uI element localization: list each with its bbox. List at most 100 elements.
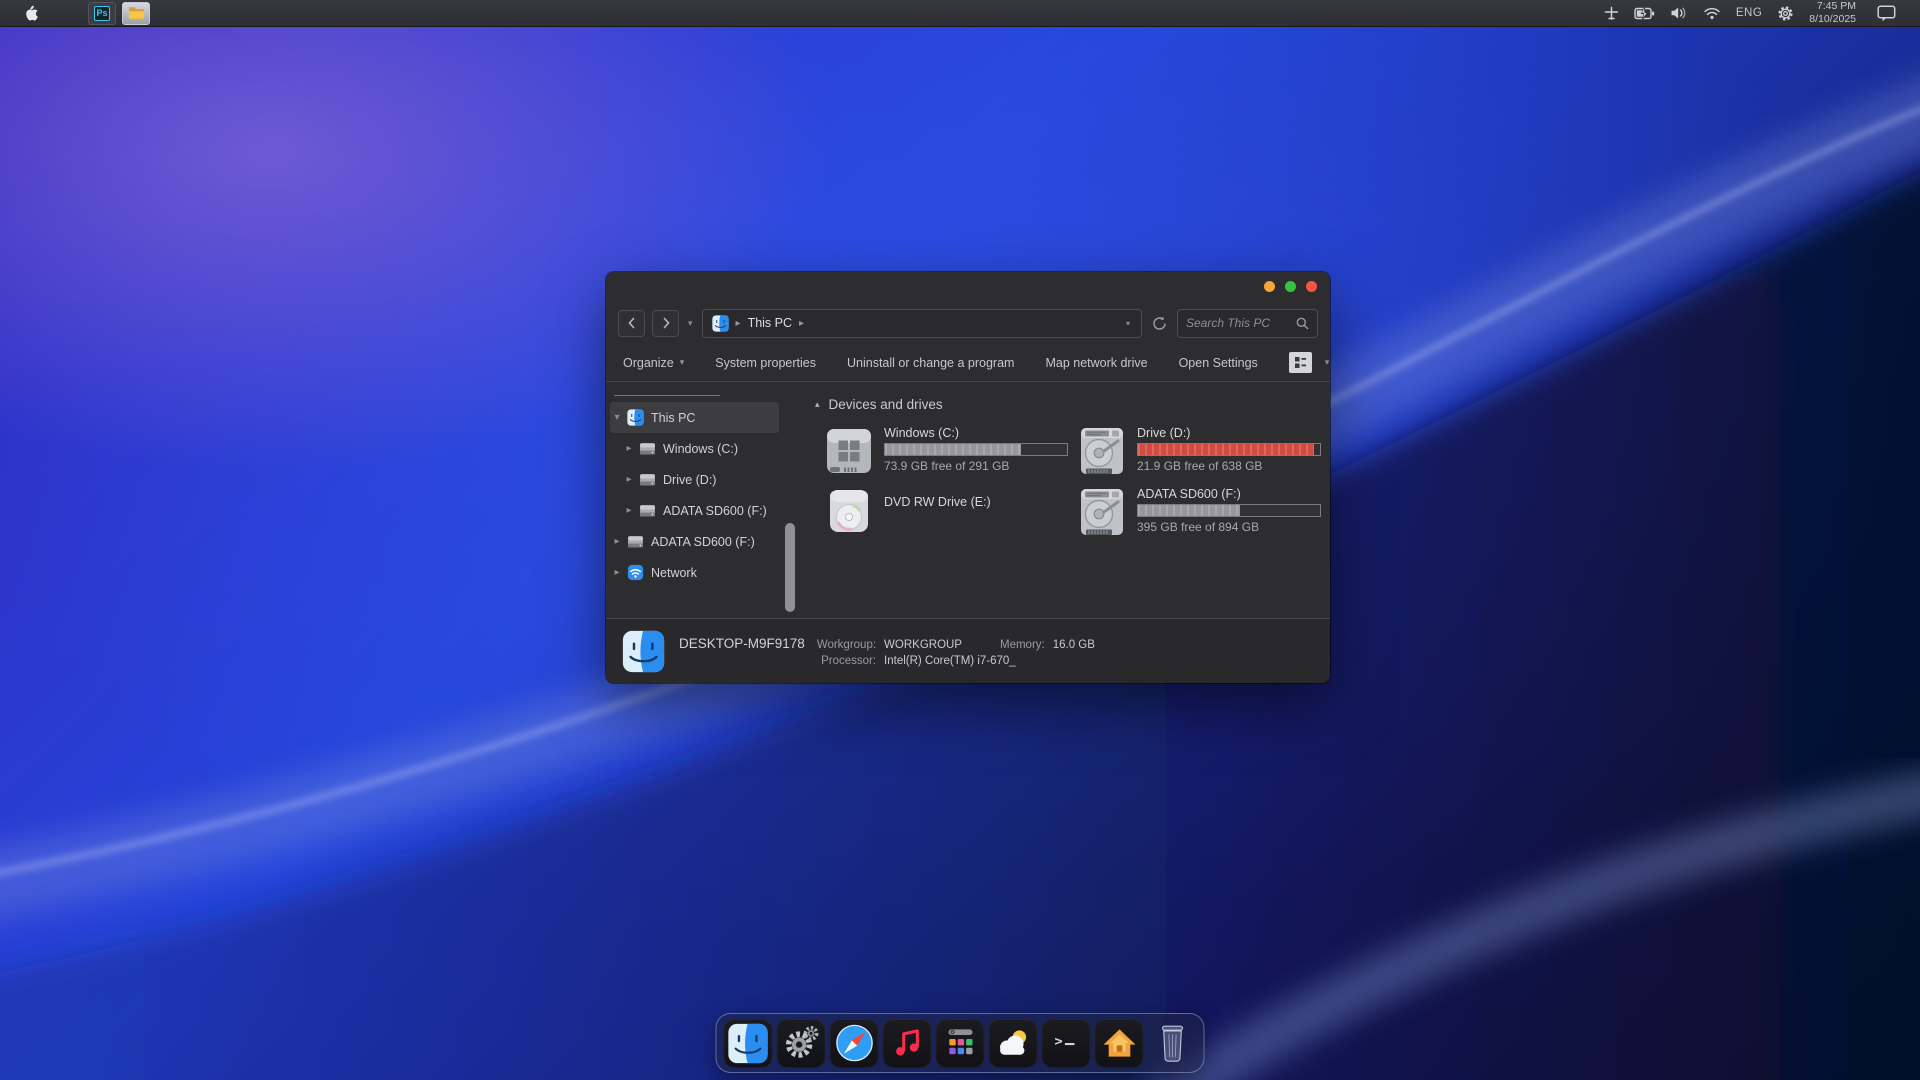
breadcrumb-this-pc[interactable]: This PC xyxy=(748,316,792,330)
back-button[interactable] xyxy=(618,310,645,337)
drive-icon xyxy=(639,502,656,519)
settings-gear-icon[interactable] xyxy=(1777,5,1794,22)
clock-time: 7:45 PM xyxy=(1809,0,1856,13)
forward-button[interactable] xyxy=(652,310,679,337)
search-input[interactable] xyxy=(1186,316,1296,330)
breadcrumb-separator: ▸ xyxy=(736,318,741,329)
workgroup-label: Workgroup: xyxy=(817,639,876,651)
sidebar-item-drive-d[interactable]: ▸ Drive (D:) xyxy=(610,464,779,495)
hdd-windows-icon xyxy=(822,424,876,478)
navigation-row: ▾ ▸ This PC ▸ ▾ xyxy=(606,302,1330,344)
navigation-sidebar: ▾ This PC▸ Windows (C:)▸ Drive (D:)▸ ADA… xyxy=(606,382,802,618)
dvd-icon xyxy=(822,485,876,539)
chevron-down-icon: ▾ xyxy=(680,357,685,368)
sidebar-item-windows-c[interactable]: ▸ Windows (C:) xyxy=(610,433,779,464)
view-dropdown-icon[interactable]: ▾ xyxy=(1325,357,1330,368)
chevron-left-icon xyxy=(626,317,638,329)
details-view-icon xyxy=(1294,356,1307,369)
search-box xyxy=(1177,309,1318,338)
wifi-icon[interactable] xyxy=(1703,6,1721,20)
sidebar-item-this-pc[interactable]: ▾ This PC xyxy=(610,402,779,433)
toolbar-right-controls: ▾ ? xyxy=(1289,352,1330,373)
network-icon xyxy=(627,564,644,581)
section-header-devices-and-drives[interactable]: ▴ Devices and drives xyxy=(815,397,1320,412)
dock-item-trash[interactable] xyxy=(1148,1019,1197,1068)
clock[interactable]: 7:45 PM 8/10/2025 xyxy=(1809,0,1856,26)
memory-label: Memory: xyxy=(1000,639,1045,651)
drives-grid: Windows (C:) 73.9 GB free of 291 GB Driv… xyxy=(822,424,1320,543)
memory-value: 16.0 GB xyxy=(1053,639,1095,651)
tree-expand-icon[interactable]: ▸ xyxy=(610,536,624,547)
dock-item-weather[interactable] xyxy=(989,1019,1038,1068)
address-bar[interactable]: ▸ This PC ▸ ▾ xyxy=(702,309,1142,338)
window-titlebar[interactable] xyxy=(606,272,1330,302)
dock-item-finder[interactable] xyxy=(724,1019,773,1068)
zoom-button[interactable] xyxy=(1285,281,1296,292)
recent-locations-dropdown[interactable]: ▾ xyxy=(688,318,693,329)
search-icon xyxy=(1296,317,1309,330)
minimize-button[interactable] xyxy=(1264,281,1275,292)
dock: > xyxy=(716,1013,1205,1073)
change-view-button[interactable] xyxy=(1289,352,1312,373)
system-info-statusbar: DESKTOP-M9F9178 Workgroup: WORKGROUP Mem… xyxy=(606,618,1330,683)
drive-item-dvd-rw-drive-e[interactable]: DVD RW Drive (E:) xyxy=(822,485,1075,543)
toolbar-item-map-network-drive[interactable]: Map network drive xyxy=(1045,356,1147,370)
command-toolbar: Organize▾ System properties Uninstall or c… xyxy=(606,344,1330,382)
apple-menu-icon[interactable] xyxy=(16,4,46,22)
window-body: ▾ This PC▸ Windows (C:)▸ Drive (D:)▸ ADA… xyxy=(606,382,1330,618)
breadcrumb-separator: ▸ xyxy=(799,318,804,329)
close-button[interactable] xyxy=(1306,281,1317,292)
clock-date: 8/10/2025 xyxy=(1809,13,1856,26)
toolbar-item-system-properties[interactable]: System properties xyxy=(715,356,816,370)
drive-item-windows-c[interactable]: Windows (C:) 73.9 GB free of 291 GB xyxy=(822,424,1075,482)
language-indicator[interactable]: ENG xyxy=(1736,7,1762,19)
airplane-icon[interactable] xyxy=(1604,6,1619,21)
drive-icon xyxy=(627,533,644,550)
taskbar-explorer-button[interactable] xyxy=(122,2,150,25)
launchpad-icon xyxy=(940,1023,980,1063)
photoshop-icon: Ps xyxy=(94,6,110,21)
address-dropdown-icon[interactable]: ▾ xyxy=(1126,319,1130,328)
svg-text:>: > xyxy=(1054,1033,1062,1049)
toolbar-item-organize[interactable]: Organize▾ xyxy=(623,356,684,370)
sidebar-item-network[interactable]: ▸ Network xyxy=(610,557,779,588)
dock-item-terminal[interactable]: > xyxy=(1042,1019,1091,1068)
sidebar-item-adata-sd600-f[interactable]: ▸ ADATA SD600 (F:) xyxy=(610,495,779,526)
safari-icon xyxy=(833,1022,875,1064)
refresh-icon[interactable] xyxy=(1151,315,1168,332)
toolbar-item-open-settings[interactable]: Open Settings xyxy=(1179,356,1258,370)
file-explorer-window: ▾ ▸ This PC ▸ ▾ Organize▾ System properti… xyxy=(606,272,1330,683)
dock-item-home[interactable] xyxy=(1095,1019,1144,1068)
tree-collapse-icon[interactable]: ▾ xyxy=(610,412,624,423)
toolbar-item-uninstall-or-change-a-program[interactable]: Uninstall or change a program xyxy=(847,356,1014,370)
computer-name: DESKTOP-M9F9178 xyxy=(679,636,805,651)
finder-icon xyxy=(728,1023,769,1064)
tree-expand-icon[interactable]: ▸ xyxy=(622,443,636,454)
capacity-bar xyxy=(884,443,1068,456)
finder-location-icon xyxy=(712,315,729,332)
dock-item-launchpad[interactable] xyxy=(936,1019,985,1068)
tree-expand-icon[interactable]: ▸ xyxy=(622,505,636,516)
dock-item-settings[interactable] xyxy=(777,1019,826,1068)
sidebar-item-adata-sd600-f[interactable]: ▸ ADATA SD600 (F:) xyxy=(610,526,779,557)
dock-item-music[interactable] xyxy=(883,1019,932,1068)
terminal-icon: > xyxy=(1046,1023,1086,1063)
chevron-right-icon xyxy=(660,317,672,329)
weather-icon xyxy=(992,1022,1034,1064)
system-tray: ENG 7:45 PM 8/10/2025 xyxy=(1604,0,1910,26)
sidebar-scrollbar[interactable] xyxy=(785,523,795,612)
drive-item-adata-sd600-f[interactable]: ADATA SD600 (F:) 395 GB free of 894 GB xyxy=(1075,485,1328,543)
tree-expand-icon[interactable]: ▸ xyxy=(622,474,636,485)
action-center-icon[interactable] xyxy=(1877,5,1896,22)
sidebar-divider xyxy=(614,395,720,396)
battery-icon[interactable] xyxy=(1634,7,1655,20)
volume-icon[interactable] xyxy=(1670,6,1688,20)
taskbar-photoshop-button[interactable]: Ps xyxy=(88,2,116,25)
capacity-bar xyxy=(1137,504,1321,517)
home-icon xyxy=(1099,1023,1139,1063)
drive-item-drive-d[interactable]: Drive (D:) 21.9 GB free of 638 GB xyxy=(1075,424,1328,482)
tree-expand-icon[interactable]: ▸ xyxy=(610,567,624,578)
collapse-section-icon: ▴ xyxy=(815,399,820,410)
top-menu-bar: Ps ENG 7:45 PM 8/10/2025 xyxy=(0,0,1920,27)
dock-item-safari[interactable] xyxy=(830,1019,879,1068)
